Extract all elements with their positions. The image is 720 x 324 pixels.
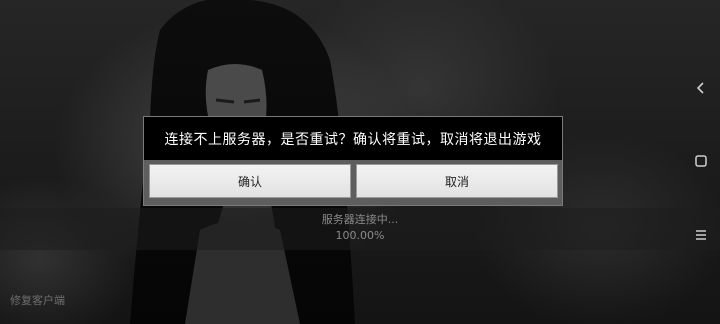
reconnect-dialog: 连接不上服务器，是否重试？确认将重试，取消将退出游戏 确认 取消 xyxy=(143,116,563,206)
dialog-message: 连接不上服务器，是否重试？确认将重试，取消将退出游戏 xyxy=(144,117,562,160)
loading-percent-text: 100.00% xyxy=(335,229,385,242)
game-loading-screen: 服务器连接中... 100.00% 修复客户端 连接不上服务器，是否重试？确认将… xyxy=(0,0,720,324)
repair-client-link[interactable]: 修复客户端 xyxy=(10,292,65,308)
cancel-button[interactable]: 取消 xyxy=(356,164,558,198)
loading-status-text: 服务器连接中... xyxy=(321,213,399,226)
confirm-button[interactable]: 确认 xyxy=(149,164,351,198)
back-icon xyxy=(696,82,704,94)
menu-icon xyxy=(696,230,706,240)
nav-home-button[interactable] xyxy=(690,150,712,172)
nav-menu-button[interactable] xyxy=(690,224,712,246)
home-icon xyxy=(695,155,707,167)
nav-back-button[interactable] xyxy=(690,77,712,99)
